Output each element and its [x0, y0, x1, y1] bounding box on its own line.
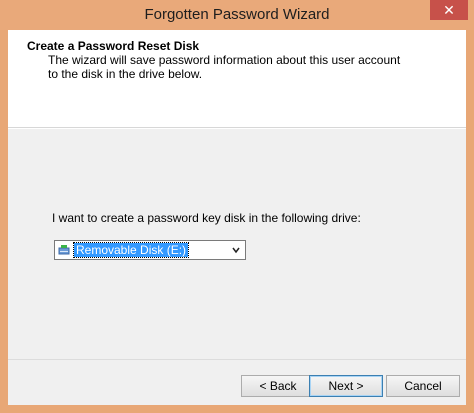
- wizard-body: Create a Password Reset Disk The wizard …: [8, 30, 466, 405]
- page-title: Create a Password Reset Disk: [27, 39, 200, 53]
- chevron-down-icon[interactable]: [231, 244, 241, 256]
- wizard-window: Forgotten Password Wizard ✕ Create a Pas…: [0, 0, 474, 413]
- wizard-header: Create a Password Reset Disk The wizard …: [8, 30, 466, 128]
- removable-drive-icon: [58, 245, 70, 255]
- close-icon: ✕: [443, 2, 455, 18]
- next-button[interactable]: Next >: [309, 375, 383, 397]
- title-bar: Forgotten Password Wizard ✕: [0, 0, 474, 30]
- selected-drive-value: Removable Disk (E:): [72, 242, 190, 258]
- back-button[interactable]: < Back: [241, 375, 315, 397]
- cancel-button[interactable]: Cancel: [386, 375, 460, 397]
- page-description: The wizard will save password informatio…: [48, 53, 401, 81]
- footer-divider: [8, 359, 466, 360]
- chevron-down-svg: [232, 247, 240, 254]
- close-button[interactable]: ✕: [430, 0, 468, 20]
- header-divider: [8, 128, 466, 129]
- drive-prompt-label: I want to create a password key disk in …: [52, 211, 361, 225]
- window-title: Forgotten Password Wizard: [144, 6, 330, 23]
- drive-select[interactable]: Removable Disk (E:): [54, 240, 246, 260]
